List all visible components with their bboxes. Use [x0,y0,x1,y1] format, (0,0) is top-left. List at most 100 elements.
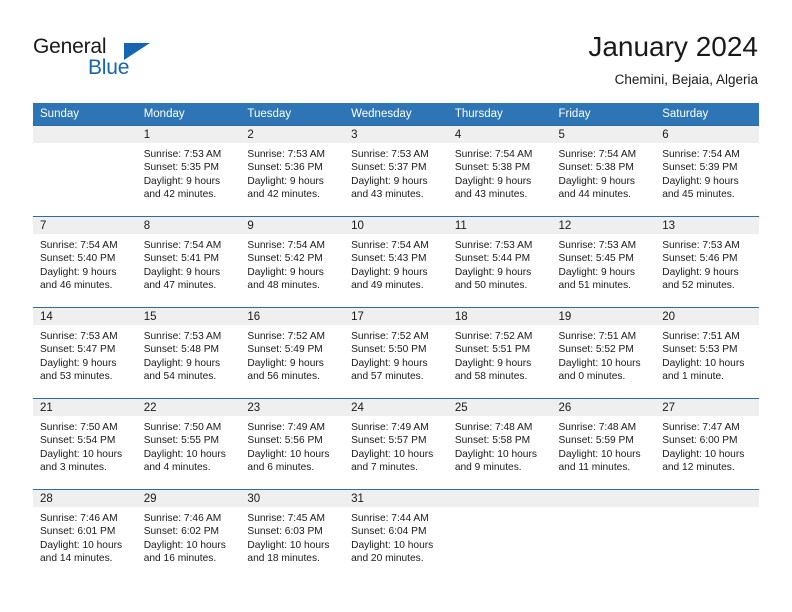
calendar-day-cell[interactable]: 2 Sunrise: 7:53 AM Sunset: 5:36 PM Daylight… [240,125,345,217]
daylight-text: Daylight: 10 hours and 1 minute. [662,357,745,383]
sunrise-text: Sunrise: 7:53 AM [143,149,222,160]
sunrise-text: Sunrise: 7:48 AM [558,422,637,433]
day-details: Sunrise: 7:54 AM Sunset: 5:43 PM Daylight:… [344,234,448,293]
calendar-day-cell[interactable]: 9 Sunrise: 7:54 AM Sunset: 5:42 PM Daylight… [240,216,345,308]
calendar-day-cell[interactable]: 5 Sunrise: 7:54 AM Sunset: 5:38 PM Daylight… [551,125,656,217]
weekday-header-tuesday: Tuesday [240,103,345,126]
calendar-day-cell[interactable]: 17 Sunrise: 7:52 AM Sunset: 5:50 PM Dayligh… [344,307,448,399]
calendar-day-cell[interactable]: 20 Sunrise: 7:51 AM Sunset: 5:53 PM Dayligh… [655,307,759,399]
day-details: Sunrise: 7:47 AM Sunset: 6:00 PM Daylight:… [655,416,759,475]
calendar-day-cell[interactable]: 13 Sunrise: 7:53 AM Sunset: 5:46 PM Dayligh… [655,216,759,308]
day-details: Sunrise: 7:52 AM Sunset: 5:51 PM Daylight:… [448,325,552,384]
daylight-text: Daylight: 9 hours and 48 minutes. [247,266,324,292]
calendar-day-cell[interactable]: 4 Sunrise: 7:54 AM Sunset: 5:38 PM Daylight… [447,125,552,217]
sunset-text: Sunset: 5:55 PM [143,435,220,447]
day-number: 4 [447,126,552,143]
day-number [33,126,137,143]
calendar-day-cell[interactable]: 11 Sunrise: 7:53 AM Sunset: 5:44 PM Dayligh… [447,216,552,308]
calendar-body: 1 Sunrise: 7:53 AM Sunset: 5:35 PM Daylight… [33,125,759,580]
day-number: 16 [240,308,345,325]
calendar-day-cell[interactable]: 25 Sunrise: 7:48 AM Sunset: 5:58 PM Dayligh… [447,398,552,490]
sunrise-text: Sunrise: 7:45 AM [247,513,325,524]
calendar-day-cell[interactable]: 15 Sunrise: 7:53 AM Sunset: 5:48 PM Dayligh… [136,307,241,399]
day-number: 27 [655,399,759,416]
calendar-day-cell[interactable]: 30 Sunrise: 7:45 AM Sunset: 6:03 PM Dayligh… [240,489,345,580]
daylight-text: Daylight: 9 hours and 52 minutes. [662,266,739,292]
calendar-day-cell[interactable]: 31 Sunrise: 7:44 AM Sunset: 6:04 PM Dayligh… [344,489,448,580]
day-number: 14 [33,308,137,325]
calendar-day-cell[interactable]: 16 Sunrise: 7:52 AM Sunset: 5:49 PM Dayligh… [240,307,345,399]
calendar-day-cell[interactable]: 28 Sunrise: 7:46 AM Sunset: 6:01 PM Dayligh… [33,489,137,580]
calendar-day-cell[interactable]: 19 Sunrise: 7:51 AM Sunset: 5:52 PM Dayligh… [551,307,656,399]
day-number: 25 [447,399,552,416]
sunset-text: Sunset: 5:39 PM [662,162,738,174]
calendar-week-row: 1 Sunrise: 7:53 AM Sunset: 5:35 PM Daylight… [33,125,759,217]
weekday-header-sunday: Sunday [33,103,137,126]
daylight-text: Daylight: 10 hours and 7 minutes. [351,448,434,474]
calendar-cell-empty [33,125,137,217]
calendar-day-cell[interactable]: 24 Sunrise: 7:49 AM Sunset: 5:57 PM Dayligh… [344,398,448,490]
day-number: 12 [551,217,656,234]
sunset-text: Sunset: 5:51 PM [454,344,531,356]
daylight-text: Daylight: 10 hours and 18 minutes. [247,539,330,565]
sunset-text: Sunset: 5:44 PM [454,253,531,265]
calendar-day-cell[interactable]: 6 Sunrise: 7:54 AM Sunset: 5:39 PM Daylight… [655,125,759,217]
daylight-text: Daylight: 9 hours and 43 minutes. [454,175,532,201]
calendar-day-cell[interactable]: 29 Sunrise: 7:46 AM Sunset: 6:02 PM Dayligh… [136,489,241,580]
sunset-text: Sunset: 5:35 PM [143,162,220,174]
sunset-text: Sunset: 6:04 PM [351,526,427,538]
calendar-day-cell[interactable]: 10 Sunrise: 7:54 AM Sunset: 5:43 PM Dayligh… [344,216,448,308]
day-number: 23 [240,399,345,416]
day-details: Sunrise: 7:48 AM Sunset: 5:58 PM Daylight:… [448,416,552,475]
sunrise-text: Sunrise: 7:48 AM [454,422,533,433]
day-number: 9 [240,217,345,234]
day-number: 10 [344,217,448,234]
sunrise-text: Sunrise: 7:49 AM [351,422,429,433]
day-number [655,490,759,507]
calendar-week-row: 28 Sunrise: 7:46 AM Sunset: 6:01 PM Dayligh… [33,489,759,580]
sunrise-text: Sunrise: 7:51 AM [662,331,740,342]
day-details: Sunrise: 7:53 AM Sunset: 5:46 PM Daylight:… [655,234,759,293]
calendar-day-cell[interactable]: 27 Sunrise: 7:47 AM Sunset: 6:00 PM Dayligh… [655,398,759,490]
day-number: 13 [655,217,759,234]
day-details: Sunrise: 7:53 AM Sunset: 5:37 PM Daylight:… [344,143,448,202]
calendar-day-cell[interactable]: 3 Sunrise: 7:53 AM Sunset: 5:37 PM Daylight… [344,125,448,217]
day-details: Sunrise: 7:50 AM Sunset: 5:55 PM Daylight:… [137,416,241,475]
weekday-header-wednesday: Wednesday [344,103,448,126]
calendar-day-cell[interactable]: 21 Sunrise: 7:50 AM Sunset: 5:54 PM Dayligh… [33,398,137,490]
day-details: Sunrise: 7:53 AM Sunset: 5:48 PM Daylight:… [137,325,241,384]
calendar-day-cell[interactable]: 22 Sunrise: 7:50 AM Sunset: 5:55 PM Dayligh… [136,398,241,490]
sunrise-text: Sunrise: 7:50 AM [143,422,222,433]
daylight-text: Daylight: 9 hours and 58 minutes. [454,357,532,383]
day-number: 29 [136,490,241,507]
sunset-text: Sunset: 5:41 PM [143,253,220,265]
day-number: 22 [136,399,241,416]
daylight-text: Daylight: 9 hours and 45 minutes. [662,175,739,201]
calendar-day-cell[interactable]: 1 Sunrise: 7:53 AM Sunset: 5:35 PM Daylight… [136,125,241,217]
calendar-day-cell[interactable]: 7 Sunrise: 7:54 AM Sunset: 5:40 PM Daylight… [33,216,137,308]
general-blue-logo[interactable]: General Blue [33,35,243,85]
calendar-day-cell[interactable]: 26 Sunrise: 7:48 AM Sunset: 5:59 PM Dayligh… [551,398,656,490]
sunrise-text: Sunrise: 7:47 AM [662,422,740,433]
sunset-text: Sunset: 5:49 PM [247,344,323,356]
sunrise-text: Sunrise: 7:53 AM [247,149,325,160]
day-details: Sunrise: 7:53 AM Sunset: 5:47 PM Daylight:… [33,325,137,384]
daylight-text: Daylight: 10 hours and 4 minutes. [143,448,226,474]
day-number: 30 [240,490,345,507]
daylight-text: Daylight: 9 hours and 49 minutes. [351,266,428,292]
daylight-text: Daylight: 9 hours and 57 minutes. [351,357,428,383]
calendar-day-cell[interactable]: 14 Sunrise: 7:53 AM Sunset: 5:47 PM Dayligh… [33,307,137,399]
day-details: Sunrise: 7:49 AM Sunset: 5:57 PM Daylight:… [344,416,448,475]
day-details: Sunrise: 7:52 AM Sunset: 5:50 PM Daylight:… [344,325,448,384]
calendar-day-cell[interactable]: 23 Sunrise: 7:49 AM Sunset: 5:56 PM Dayligh… [240,398,345,490]
daylight-text: Daylight: 10 hours and 11 minutes. [558,448,641,474]
calendar-page: General Blue January 2024 Chemini, Bejai… [0,0,792,612]
calendar-day-cell[interactable]: 12 Sunrise: 7:53 AM Sunset: 5:45 PM Dayligh… [551,216,656,308]
day-number: 15 [136,308,241,325]
sunrise-text: Sunrise: 7:54 AM [351,240,429,251]
sunrise-text: Sunrise: 7:53 AM [351,149,429,160]
calendar-day-cell[interactable]: 18 Sunrise: 7:52 AM Sunset: 5:51 PM Dayligh… [447,307,552,399]
calendar-day-cell[interactable]: 8 Sunrise: 7:54 AM Sunset: 5:41 PM Daylight… [136,216,241,308]
day-details: Sunrise: 7:54 AM Sunset: 5:40 PM Daylight:… [33,234,137,293]
sunset-text: Sunset: 5:38 PM [558,162,634,174]
